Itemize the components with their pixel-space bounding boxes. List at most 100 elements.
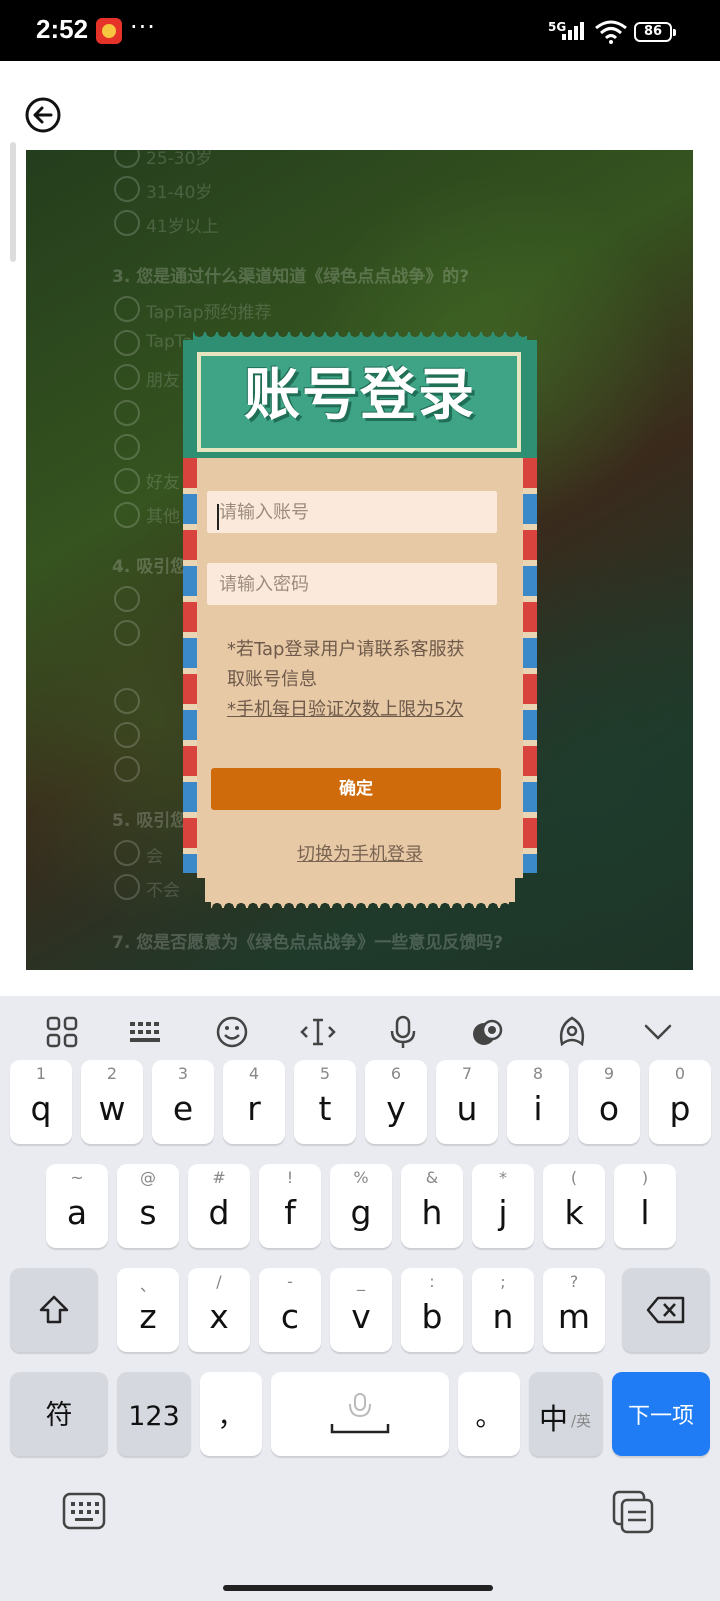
handwriting-icon[interactable] xyxy=(554,1014,590,1050)
radio-option xyxy=(114,296,140,322)
cursor-move-icon[interactable] xyxy=(300,1014,336,1050)
keyboard-toolbar xyxy=(0,996,720,1058)
key-m[interactable]: ? m xyxy=(543,1268,605,1352)
key-d[interactable]: # d xyxy=(188,1164,250,1248)
status-time: 2:52 xyxy=(36,14,89,44)
option-label: 朋友 xyxy=(146,371,180,391)
login-note-line3: *手机每日验证次数上限为5次 xyxy=(227,699,464,720)
radio-option xyxy=(114,586,140,612)
keyboard-layout-icon[interactable] xyxy=(128,1014,164,1050)
app-notification-icon xyxy=(96,18,122,44)
soft-keyboard: 1q 2w 3e 4r 5t 6y 7u 8i 9o 0p ~ a @ s # d !… xyxy=(0,996,720,1601)
confirm-button[interactable]: 确定 xyxy=(211,768,501,810)
key-v[interactable]: _ v xyxy=(330,1268,392,1352)
radio-option xyxy=(114,330,140,356)
apps-grid-icon[interactable] xyxy=(44,1014,80,1050)
question-title: 7. 您是否愿意为《绿色点点战争》一些意见反馈吗? xyxy=(112,933,504,953)
key-i[interactable]: 8i xyxy=(507,1060,569,1144)
status-bar: 2:52 ··· 5G 86 xyxy=(0,0,720,61)
switch-to-phone-login-link[interactable]: 切换为手机登录 xyxy=(197,840,523,866)
option-label: 会 xyxy=(146,847,163,867)
key-n[interactable]: ; n xyxy=(472,1268,534,1352)
shift-key[interactable] xyxy=(10,1268,98,1352)
microphone-icon[interactable] xyxy=(385,1014,421,1050)
airmail-border-left xyxy=(183,458,197,873)
key-f[interactable]: ! f xyxy=(259,1164,321,1248)
airmail-border-right xyxy=(523,458,537,873)
key-w[interactable]: 2w xyxy=(81,1060,143,1144)
comma-key[interactable]: ， xyxy=(200,1372,262,1456)
key-g[interactable]: % g xyxy=(330,1164,392,1248)
radio-option xyxy=(114,400,140,426)
shift-arrow-icon xyxy=(39,1295,69,1324)
key-z[interactable]: 、 z xyxy=(117,1268,179,1352)
backspace-key[interactable] xyxy=(622,1268,710,1352)
option-label: 其他 xyxy=(146,507,180,527)
key-e[interactable]: 3e xyxy=(152,1060,214,1144)
key-j[interactable]: * j xyxy=(472,1164,534,1248)
key-x[interactable]: / x xyxy=(188,1268,250,1352)
option-label: 25-30岁 xyxy=(146,150,213,169)
option-label: 41岁以上 xyxy=(146,217,219,237)
key-c[interactable]: -c xyxy=(259,1268,321,1352)
key-q[interactable]: 1q xyxy=(10,1060,72,1144)
radio-option xyxy=(114,210,140,236)
radio-option xyxy=(114,756,140,782)
question-title: 4. 吸引您 xyxy=(112,557,188,577)
question-title: 5. 吸引您 xyxy=(112,811,188,831)
password-input[interactable] xyxy=(207,563,497,605)
radio-option xyxy=(114,176,140,202)
battery-indicator: 86 xyxy=(634,22,676,42)
language-switch-key[interactable]: 中 /英 xyxy=(529,1372,603,1456)
login-dialog: 账号登录 *若Tap登录用户请联系客服获 取账号信息 *手机每日验证次数上限为5… xyxy=(183,320,537,918)
key-t[interactable]: 5t xyxy=(294,1060,356,1144)
space-key[interactable] xyxy=(271,1372,449,1456)
key-p[interactable]: 0p xyxy=(649,1060,711,1144)
radio-option xyxy=(114,150,140,168)
symbols-key[interactable]: 符 xyxy=(10,1372,108,1456)
radio-option xyxy=(114,364,140,390)
numbers-key[interactable]: 123 xyxy=(117,1372,191,1456)
radio-option xyxy=(114,434,140,460)
option-label: 好友 xyxy=(146,473,180,493)
login-note-line2: 取账号信息 xyxy=(227,669,317,690)
scrollbar[interactable] xyxy=(10,142,16,262)
radio-option xyxy=(114,688,140,714)
wifi-icon xyxy=(595,20,627,44)
signal-icon xyxy=(562,22,584,40)
option-label: 31-40岁 xyxy=(146,183,213,203)
radio-option xyxy=(114,874,140,900)
period-key[interactable]: 。 xyxy=(458,1372,520,1456)
backspace-icon xyxy=(646,1296,685,1324)
key-b[interactable]: :b xyxy=(401,1268,463,1352)
radio-option xyxy=(114,502,140,528)
account-input[interactable] xyxy=(207,491,497,533)
ai-assistant-icon[interactable] xyxy=(470,1014,506,1050)
keyboard-switch-icon[interactable] xyxy=(62,1492,106,1532)
key-a[interactable]: ~ a xyxy=(46,1164,108,1248)
key-k[interactable]: (k xyxy=(543,1164,605,1248)
key-l[interactable]: ) l xyxy=(614,1164,676,1248)
text-cursor xyxy=(217,504,219,530)
login-note-line1: *若Tap登录用户请联系客服获 xyxy=(227,639,465,660)
clipboard-icon[interactable] xyxy=(612,1490,656,1534)
voice-space-icon xyxy=(330,1393,390,1434)
key-r[interactable]: 4r xyxy=(223,1060,285,1144)
key-h[interactable]: & h xyxy=(401,1164,463,1248)
back-arrow-icon[interactable] xyxy=(24,96,62,134)
more-notifications-icon: ··· xyxy=(130,13,156,41)
key-o[interactable]: 9o xyxy=(578,1060,640,1144)
option-label: 不会 xyxy=(146,881,180,901)
radio-option xyxy=(114,620,140,646)
radio-option xyxy=(114,840,140,866)
emoji-icon[interactable] xyxy=(214,1014,250,1050)
radio-option xyxy=(114,722,140,748)
home-indicator[interactable] xyxy=(223,1585,493,1591)
collapse-keyboard-icon[interactable] xyxy=(640,1014,676,1050)
key-y[interactable]: 6y xyxy=(365,1060,427,1144)
key-u[interactable]: 7u xyxy=(436,1060,498,1144)
next-field-key[interactable]: 下一项 xyxy=(612,1372,710,1456)
key-s[interactable]: @ s xyxy=(117,1164,179,1248)
question-title: 3. 您是通过什么渠道知道《绿色点点战争》的? xyxy=(112,267,470,287)
dialog-title: 账号登录 xyxy=(244,363,476,428)
